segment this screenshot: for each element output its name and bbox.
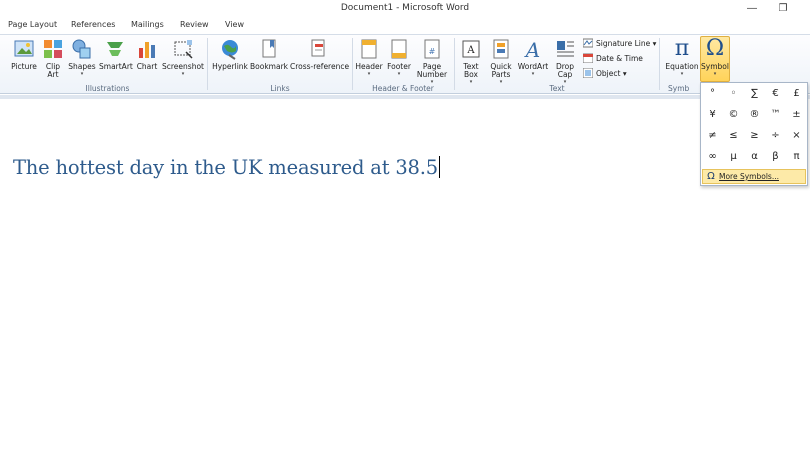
tab-mailings[interactable]: Mailings [131, 20, 164, 29]
symbol-infinity[interactable]: ∞ [702, 146, 723, 167]
symbol-greater-equal[interactable]: ≥ [744, 125, 765, 146]
shapes-icon [72, 39, 91, 59]
shapes-button[interactable]: Shapes ▾ [68, 38, 96, 77]
footer-button[interactable]: Footer ▾ [385, 38, 413, 77]
symbol-not-equal[interactable]: ≠ [702, 125, 723, 146]
symbol-less-equal[interactable]: ≤ [723, 125, 744, 146]
tab-references[interactable]: References [71, 20, 115, 29]
group-label-illustrations: Illustrations [85, 84, 130, 93]
tab-view[interactable]: View [225, 20, 244, 29]
text-box-icon: A [462, 40, 480, 58]
group-label-symbols: Symb [668, 84, 690, 93]
pi-icon: π [674, 36, 690, 61]
text-box-button[interactable]: A Text Box ▾ [458, 38, 484, 85]
group-separator [454, 38, 455, 90]
symbol-degree[interactable]: ° [702, 83, 723, 104]
signature-line-button[interactable]: Signature Line ▾ [583, 38, 656, 48]
calendar-icon [583, 53, 593, 63]
symbol-divide[interactable]: ÷ [765, 125, 786, 146]
more-symbols-button[interactable]: Ω More Symbols... [702, 169, 806, 184]
header-icon [361, 39, 377, 59]
clip-art-button[interactable]: Clip Art [42, 38, 64, 79]
svg-text:A: A [524, 38, 540, 60]
symbol-sum[interactable]: ∑ [744, 83, 765, 104]
quick-parts-icon [493, 39, 509, 59]
group-separator [207, 38, 208, 90]
drop-cap-button[interactable]: Drop Cap ▾ [552, 38, 578, 85]
svg-text:#: # [429, 47, 436, 56]
omega-icon: Ω [705, 36, 725, 61]
tab-review[interactable]: Review [180, 20, 209, 29]
symbol-pound[interactable]: £ [786, 83, 807, 104]
object-icon [583, 68, 593, 78]
symbol-copyright[interactable]: © [723, 104, 744, 125]
chart-icon [139, 42, 155, 58]
symbol-dropdown: ° ◦ ∑ € £ ¥ © ® ™ ± ≠ ≤ ≥ ÷ × ∞ µ α β π … [700, 82, 808, 186]
ribbon-tabs: Page Layout References Mailings Review V… [0, 18, 810, 34]
symbol-micro[interactable]: µ [723, 146, 744, 167]
omega-icon: Ω [707, 171, 715, 182]
more-symbols-label: More Symbols... [719, 172, 779, 181]
symbol-alpha[interactable]: α [744, 146, 765, 167]
wordart-icon: A [524, 38, 540, 60]
symbol-yen[interactable]: ¥ [702, 104, 723, 125]
screenshot-button[interactable]: Screenshot ▾ [162, 38, 204, 77]
restore-button[interactable]: ❐ [773, 2, 793, 16]
date-time-button[interactable]: Date & Time [583, 53, 643, 63]
smartart-icon [107, 42, 123, 56]
symbol-ring[interactable]: ◦ [723, 83, 744, 104]
picture-icon [14, 40, 34, 57]
equation-button[interactable]: π Equation ▾ [664, 36, 700, 78]
ribbon-bottom-strip [0, 95, 810, 99]
group-label-links: Links [270, 84, 290, 93]
symbol-euro[interactable]: € [765, 83, 786, 104]
header-button[interactable]: Header ▾ [355, 38, 383, 77]
globe-icon [222, 40, 238, 60]
wordart-button[interactable]: A WordArt ▾ [516, 38, 550, 77]
signature-icon [583, 38, 593, 48]
bookmark-button[interactable]: Bookmark [250, 38, 288, 71]
document-text: The hottest day in the UK measured at 38… [13, 156, 438, 179]
bookmark-icon [262, 39, 276, 58]
smartart-button[interactable]: SmartArt [99, 38, 133, 71]
clip-art-icon [44, 40, 62, 58]
symbol-plus-minus[interactable]: ± [786, 104, 807, 125]
page-number-icon: # [424, 39, 440, 59]
title-bar: Document1 - Microsoft Word — ❐ [0, 0, 810, 18]
group-label-text: Text [549, 84, 565, 93]
window-title: Document1 - Microsoft Word [340, 3, 470, 13]
tab-page-layout[interactable]: Page Layout [8, 20, 57, 29]
group-separator [352, 38, 353, 90]
picture-button[interactable]: Picture [10, 38, 38, 71]
cross-reference-icon [311, 39, 325, 57]
screenshot-icon [174, 40, 193, 59]
drop-cap-icon [557, 41, 574, 57]
minimize-button[interactable]: — [742, 2, 762, 16]
symbol-button[interactable]: Ω Symbol ▾ [700, 36, 730, 78]
group-separator [659, 38, 660, 90]
symbol-beta[interactable]: β [765, 146, 786, 167]
chart-button[interactable]: Chart [135, 38, 159, 71]
text-cursor [438, 156, 440, 178]
symbol-multiply[interactable]: × [786, 125, 807, 146]
document-body[interactable]: The hottest day in the UK measured at 38… [13, 156, 440, 179]
symbol-registered[interactable]: ® [744, 104, 765, 125]
footer-icon [391, 39, 407, 59]
group-label-header-footer: Header & Footer [372, 84, 434, 93]
cross-reference-button[interactable]: Cross-reference [290, 38, 349, 71]
object-button[interactable]: Object ▾ [583, 68, 627, 78]
svg-text:A: A [466, 45, 475, 56]
hyperlink-button[interactable]: Hyperlink [212, 38, 248, 71]
symbol-trademark[interactable]: ™ [765, 104, 786, 125]
page-number-button[interactable]: # Page Number ▾ [414, 38, 450, 85]
quick-parts-button[interactable]: Quick Parts ▾ [487, 38, 515, 85]
symbol-pi[interactable]: π [786, 146, 807, 167]
